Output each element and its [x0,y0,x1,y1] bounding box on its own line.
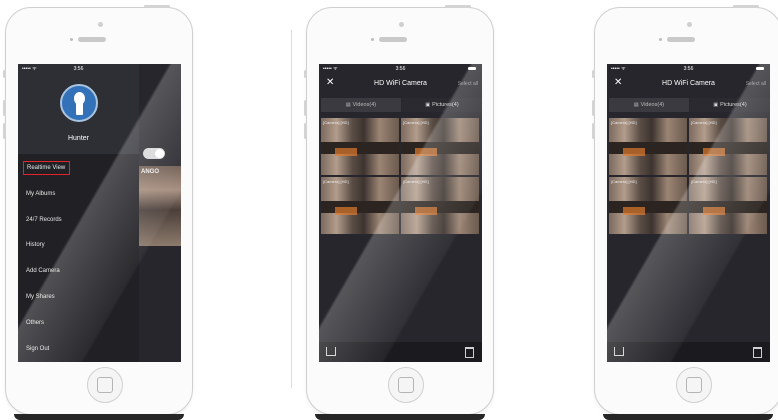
battery-icon [468,67,476,70]
thumbnail-label: [Camera] [HD] [611,120,637,125]
thumbnail-label: [Camera] [HD] [403,179,429,184]
power-button [144,5,170,8]
status-time: 3:56 [395,66,406,72]
thumbnail-2[interactable]: [Camera] [HD] [689,118,767,175]
home-button[interactable] [676,367,712,403]
sensor-dot [70,38,73,41]
menu-item-sign-out[interactable]: Sign Out [18,337,139,362]
tab-pictures[interactable]: ▣ Pictures(4) [690,98,770,112]
select-all-button[interactable]: Select all [746,81,766,87]
thumbnail-1[interactable]: [Camera] [HD] [321,118,399,175]
menu-item-add-camera[interactable]: Add Camera [18,259,139,285]
menu-item-my-albums[interactable]: My Albums [18,182,139,208]
sensor-dot [659,38,662,41]
volume-buttons [304,70,307,78]
nav-bar: ✕ HD WiFi Camera Select all [319,74,482,94]
nav-bar: ✕ HD WiFi Camera Select all [607,74,770,94]
thumbnail-4[interactable]: [Camera] [HD] [689,177,767,234]
share-icon[interactable] [614,347,624,356]
earpiece-speaker [667,37,695,42]
thumbnail-4[interactable]: [Camera] [HD] [401,177,479,234]
trash-icon[interactable] [753,347,762,358]
thumbnail-label: [Camera] [HD] [691,120,717,125]
status-bar: ••••• ᯤ 3:56 [18,64,139,74]
tab-pictures[interactable]: ▣ Pictures(4) [402,98,482,112]
volume-up-button [304,100,307,116]
phone-frame-drawer: ••••• ᯤ 3:56 Hunter Realtime View My Alb… [3,5,193,420]
trash-icon[interactable] [465,347,474,358]
volume-buttons [3,70,6,78]
phone-frame-gallery: ••••• ᯤ 3:56 ✕ HD WiFi Camera Select all… [304,5,494,420]
power-button [445,5,471,8]
tab-pictures-label: Pictures(4) [432,102,459,108]
front-camera [98,22,103,27]
main-view-peek[interactable]: ANGO [139,148,181,362]
tab-videos[interactable]: ▤ Videos(4) [609,98,689,112]
bottom-toolbar [607,342,770,362]
drawer-menu: Realtime View My Albums 24/7 Records His… [18,156,139,362]
thumbnail-label: [Camera] [HD] [691,179,717,184]
share-icon[interactable] [326,347,336,356]
volume-down-button [304,123,307,139]
volume-down-button [592,123,595,139]
tab-videos-label: Videos(4) [640,102,665,108]
video-icon: ▤ [633,102,639,108]
menu-item-247-records[interactable]: 24/7 Records [18,208,139,234]
user-avatar-camera-icon[interactable] [60,84,98,122]
status-bar: ••••• ᯤ 3:56 [319,64,482,74]
front-camera [687,22,692,27]
toggle-switch[interactable] [143,148,165,159]
battery-icon [756,67,764,70]
camera-preview-image: ANGO [139,166,181,246]
menu-item-others[interactable]: Others [18,311,139,337]
front-camera [399,22,404,27]
tab-pictures-label: Pictures(4) [720,102,747,108]
thumbnail-1[interactable]: [Camera] [HD] [609,118,687,175]
earpiece-speaker [78,37,106,42]
phone-frame-gallery-2: ••••• ᯤ 3:56 ✕ HD WiFi Camera Select all… [592,5,778,420]
volume-up-button [592,100,595,116]
menu-item-my-shares[interactable]: My Shares [18,285,139,311]
home-button[interactable] [87,367,123,403]
volume-up-button [3,100,6,116]
earpiece-speaker [379,37,407,42]
separator-line [291,30,292,388]
menu-item-realtime-view[interactable]: Realtime View [18,156,139,182]
status-bar: ••••• ᯤ 3:56 [607,64,770,74]
drawer-header: ••••• ᯤ 3:56 Hunter [18,64,139,154]
tab-videos[interactable]: ▤ Videos(4) [321,98,401,112]
screen-gallery-2: ••••• ᯤ 3:56 ✕ HD WiFi Camera Select all… [607,64,770,362]
home-button[interactable] [388,367,424,403]
picture-icon: ▣ [713,102,719,108]
thumbnail-3[interactable]: [Camera] [HD] [321,177,399,234]
side-drawer: ••••• ᯤ 3:56 Hunter Realtime View My Alb… [18,64,139,362]
thumbnail-3[interactable]: [Camera] [HD] [609,177,687,234]
menu-item-history[interactable]: History [18,233,139,259]
media-tabs: ▤ Videos(4) ▣ Pictures(4) [607,98,770,112]
screen-gallery: ••••• ᯤ 3:56 ✕ HD WiFi Camera Select all… [319,64,482,362]
thumbnail-label: [Camera] [HD] [323,179,349,184]
thumbnail-label: [Camera] [HD] [611,179,637,184]
user-name: Hunter [67,135,89,142]
volume-down-button [3,123,6,139]
picture-icon: ▣ [425,102,431,108]
thumbnail-label: [Camera] [HD] [323,120,349,125]
screen-drawer: ••••• ᯤ 3:56 Hunter Realtime View My Alb… [18,64,181,362]
status-time: 3:56 [73,66,84,72]
media-tabs: ▤ Videos(4) ▣ Pictures(4) [319,98,482,112]
volume-buttons [592,70,595,78]
select-all-button[interactable]: Select all [458,81,478,87]
tab-videos-label: Videos(4) [352,102,377,108]
thumbnail-label: [Camera] [HD] [403,120,429,125]
video-icon: ▤ [345,102,351,108]
power-button [733,5,759,8]
sensor-dot [371,38,374,41]
thumbnail-2[interactable]: [Camera] [HD] [401,118,479,175]
preview-brand-text: ANGO [141,169,159,175]
status-time: 3:56 [683,66,694,72]
bottom-toolbar [319,342,482,362]
